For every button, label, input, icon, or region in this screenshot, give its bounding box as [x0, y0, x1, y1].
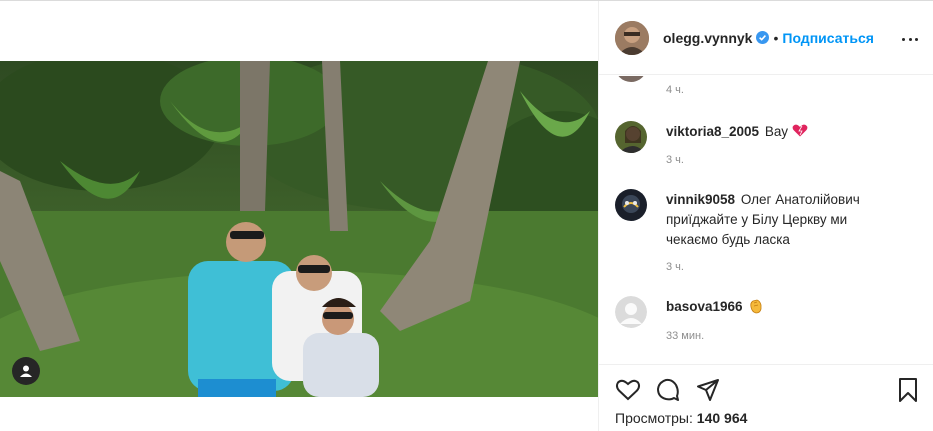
tagged-users-button[interactable]: [12, 357, 40, 385]
comment-text: Вау: [764, 124, 788, 139]
comment-time[interactable]: 3 ч.: [666, 154, 684, 166]
comment-time[interactable]: 33 мин.: [666, 330, 704, 342]
heart-icon[interactable]: [615, 377, 641, 403]
post-header: olegg.vynnyk • Подписаться: [599, 1, 933, 75]
comment-time[interactable]: 3 ч.: [666, 261, 684, 273]
commenter-avatar-placeholder[interactable]: [615, 296, 647, 328]
views-count: Просмотры: 140 964: [615, 410, 747, 426]
comment-time[interactable]: 4 ч.: [666, 84, 684, 96]
commenter-avatar[interactable]: [615, 121, 647, 153]
author-username[interactable]: olegg.vynnyk: [663, 30, 752, 46]
more-options-icon[interactable]: [902, 31, 918, 47]
verified-badge-icon: [756, 31, 770, 44]
comment-username[interactable]: viktoria8_2005: [666, 124, 759, 139]
user-icon: [20, 365, 32, 377]
instagram-post-modal: olegg.vynnyk • Подписаться 4 ч. viktoria…: [0, 0, 933, 431]
comment-body: vinnik9058 Олег Анатолійович приїджайте …: [666, 190, 876, 250]
clapping-hands-emoji-icon: [750, 299, 762, 314]
previous-comment-avatar[interactable]: [615, 76, 647, 82]
views-number: 140 964: [696, 410, 748, 426]
bookmark-icon[interactable]: [895, 377, 921, 403]
author-avatar[interactable]: [615, 20, 649, 55]
paper-plane-icon[interactable]: [695, 377, 721, 403]
comment-body: viktoria8_2005 Вау: [666, 122, 876, 142]
comment-body: basova1966: [666, 297, 876, 317]
comment-username[interactable]: vinnik9058: [666, 192, 735, 207]
comments-list[interactable]: 4 ч. viktoria8_2005 Вау 3 ч. vinnik9058 …: [599, 76, 933, 364]
video-frame-image: [0, 61, 598, 397]
separator-dot: •: [773, 29, 779, 46]
follow-button[interactable]: Подписаться: [782, 30, 874, 46]
heart-emoji-icon: [792, 124, 808, 137]
views-label: Просмотры:: [615, 410, 693, 426]
post-side-panel: olegg.vynnyk • Подписаться 4 ч. viktoria…: [598, 1, 933, 431]
comment-username[interactable]: basova1966: [666, 299, 743, 314]
comment-icon[interactable]: [655, 377, 681, 403]
post-actions: Просмотры: 140 964: [599, 364, 933, 431]
commenter-avatar[interactable]: [615, 189, 647, 221]
post-video[interactable]: [0, 61, 598, 397]
